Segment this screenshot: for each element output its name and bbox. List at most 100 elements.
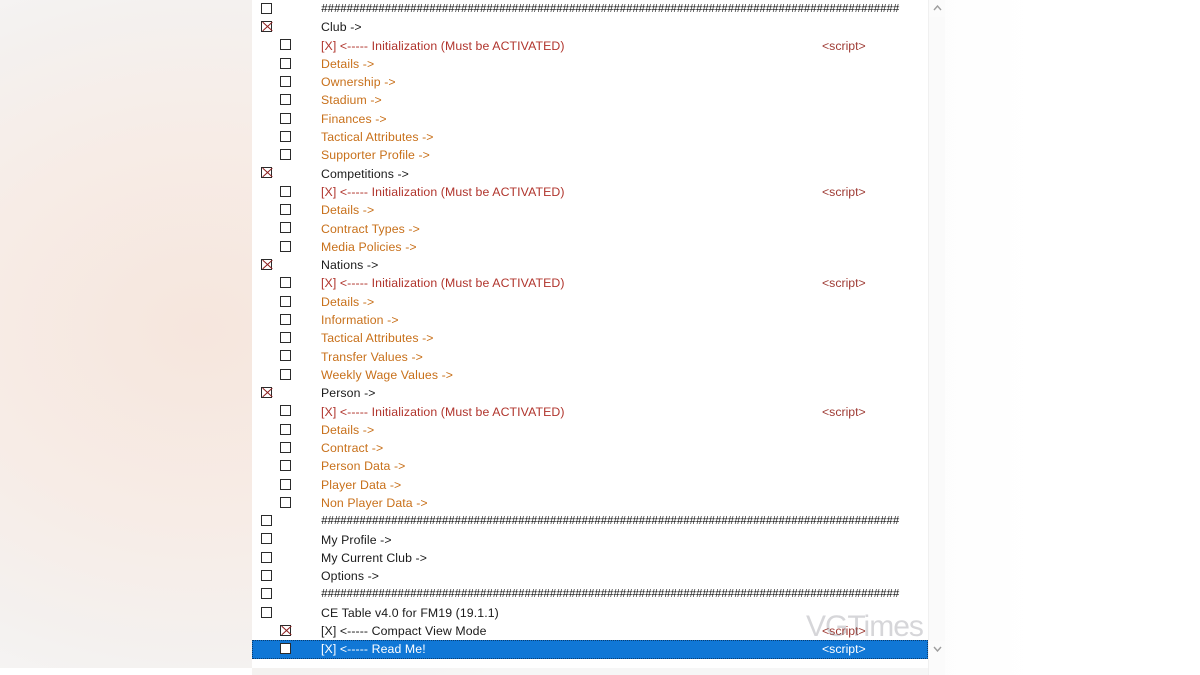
tree-row[interactable]: Tactical Attributes -> xyxy=(252,128,928,146)
checkbox-unchecked[interactable] xyxy=(280,295,291,307)
checkbox-checked[interactable] xyxy=(261,167,272,179)
scroll-up-button[interactable] xyxy=(929,0,945,17)
tree-row-label: [X] <----- Compact View Mode xyxy=(321,624,487,639)
tree-row[interactable]: My Profile -> xyxy=(252,531,928,549)
tree-row[interactable]: ########################################… xyxy=(252,512,928,530)
scroll-down-button[interactable] xyxy=(929,641,945,658)
tree-row-label: Details -> xyxy=(321,56,375,71)
tree-row[interactable]: Details -> xyxy=(252,421,928,439)
tree-row[interactable]: [X] <----- Initialization (Must be ACTIV… xyxy=(252,274,928,292)
tree-row-label: Details -> xyxy=(321,294,375,309)
checkbox-unchecked[interactable] xyxy=(280,130,291,142)
checkbox-unchecked[interactable] xyxy=(280,112,291,124)
checkbox-unchecked[interactable] xyxy=(261,551,272,563)
tree-row-label: Media Policies -> xyxy=(321,239,417,254)
tree-row-label: Non Player Data -> xyxy=(321,496,428,511)
tree-row[interactable]: Club -> xyxy=(252,18,928,36)
cheat-table-tree[interactable]: ########################################… xyxy=(252,0,928,668)
tree-row[interactable]: Player Data -> xyxy=(252,476,928,494)
checkbox-unchecked[interactable] xyxy=(280,75,291,87)
page-backdrop-right xyxy=(930,0,1200,675)
checkbox-unchecked[interactable] xyxy=(261,533,272,545)
checkbox-unchecked[interactable] xyxy=(280,240,291,252)
checkbox-unchecked[interactable] xyxy=(280,478,291,490)
tree-row[interactable]: [X] <----- Initialization (Must be ACTIV… xyxy=(252,403,928,421)
tree-row-selected[interactable]: [X] <----- Read Me! <script> xyxy=(252,640,928,659)
tree-row-label: CE Table v4.0 for FM19 (19.1.1) xyxy=(321,605,499,620)
checkbox-unchecked[interactable] xyxy=(261,570,272,581)
checkbox-unchecked[interactable] xyxy=(280,332,291,344)
vertical-scrollbar[interactable] xyxy=(928,0,945,675)
tree-row[interactable]: Tactical Attributes -> xyxy=(252,329,928,347)
tree-row[interactable]: Information -> xyxy=(252,311,928,329)
checkbox-unchecked[interactable] xyxy=(261,515,272,527)
tree-row[interactable]: Stadium -> xyxy=(252,91,928,109)
checkbox-unchecked[interactable] xyxy=(280,460,291,472)
tree-row[interactable]: CE Table v4.0 for FM19 (19.1.1) xyxy=(252,604,928,622)
tree-row[interactable]: Nations -> xyxy=(252,256,928,274)
checkbox-unchecked[interactable] xyxy=(280,405,291,417)
tree-row-label: Stadium -> xyxy=(321,93,382,108)
tree-row[interactable]: Transfer Values -> xyxy=(252,348,928,366)
checkbox-checked[interactable] xyxy=(261,387,272,399)
tree-row-label: Person Data -> xyxy=(321,459,406,474)
tree-row[interactable]: Media Policies -> xyxy=(252,238,928,256)
tree-row[interactable]: Details -> xyxy=(252,293,928,311)
checkbox-checked[interactable] xyxy=(280,624,291,636)
checkbox-checked[interactable] xyxy=(261,21,272,33)
tree-row[interactable]: Person -> xyxy=(252,384,928,402)
checkbox-unchecked[interactable] xyxy=(280,149,291,161)
tree-row[interactable]: My Current Club -> xyxy=(252,549,928,567)
tree-row[interactable]: ########################################… xyxy=(252,586,928,604)
checkbox-unchecked[interactable] xyxy=(280,185,291,197)
checkbox-unchecked[interactable] xyxy=(280,204,291,216)
tree-row[interactable]: Finances -> xyxy=(252,110,928,128)
tree-row-label: [X] <----- Initialization (Must be ACTIV… xyxy=(321,404,565,419)
checkbox-unchecked[interactable] xyxy=(280,496,291,508)
checkbox-unchecked[interactable] xyxy=(280,350,291,362)
script-type-label: <script> xyxy=(822,404,866,419)
tree-row[interactable]: Contract -> xyxy=(252,439,928,457)
tree-row-label: Supporter Profile -> xyxy=(321,148,430,163)
checkbox-unchecked[interactable] xyxy=(280,222,291,234)
tree-row-label: Club -> xyxy=(321,20,362,35)
tree-row-label: [X] <----- Read Me! xyxy=(321,642,426,657)
tree-row[interactable]: [X] <----- Initialization (Must be ACTIV… xyxy=(252,37,928,55)
checkbox-unchecked[interactable] xyxy=(280,94,291,106)
checkbox-unchecked[interactable] xyxy=(280,39,291,51)
scrollbar-track[interactable] xyxy=(929,17,945,658)
checkbox-unchecked[interactable] xyxy=(280,313,291,325)
checkbox-unchecked[interactable] xyxy=(280,368,291,380)
checkbox-unchecked[interactable] xyxy=(280,643,291,655)
tree-row[interactable]: Details -> xyxy=(252,55,928,73)
tree-row-label: Player Data -> xyxy=(321,477,402,492)
tree-row-label: Person -> xyxy=(321,386,376,401)
checkbox-unchecked[interactable] xyxy=(280,441,291,453)
tree-row-label: Ownership -> xyxy=(321,75,396,90)
tree-row[interactable]: Ownership -> xyxy=(252,73,928,91)
checkbox-unchecked[interactable] xyxy=(261,588,272,600)
tree-row[interactable]: Person Data -> xyxy=(252,457,928,475)
tree-row-label: Information -> xyxy=(321,313,399,328)
chevron-up-icon xyxy=(932,5,942,11)
checkbox-unchecked[interactable] xyxy=(261,2,272,14)
checkbox-unchecked[interactable] xyxy=(280,57,291,69)
tree-row[interactable]: ########################################… xyxy=(252,0,928,18)
tree-row-label: Contract -> xyxy=(321,441,384,456)
tree-row-label: Nations -> xyxy=(321,258,379,273)
checkbox-unchecked[interactable] xyxy=(280,423,291,435)
tree-row[interactable]: Competitions -> xyxy=(252,165,928,183)
tree-row-divider: ########################################… xyxy=(321,2,900,16)
tree-row[interactable]: [X] <----- Initialization (Must be ACTIV… xyxy=(252,183,928,201)
checkbox-unchecked[interactable] xyxy=(280,277,291,289)
tree-row[interactable]: Options -> xyxy=(252,567,928,585)
tree-row[interactable]: Weekly Wage Values -> xyxy=(252,366,928,384)
tree-row[interactable]: Non Player Data -> xyxy=(252,494,928,512)
checkbox-checked[interactable] xyxy=(261,258,272,270)
tree-row[interactable]: Details -> xyxy=(252,201,928,219)
tree-row[interactable]: [X] <----- Compact View Mode <script> xyxy=(252,622,928,640)
tree-row[interactable]: Contract Types -> xyxy=(252,220,928,238)
checkbox-unchecked[interactable] xyxy=(261,606,272,618)
tree-row[interactable]: Supporter Profile -> xyxy=(252,146,928,164)
tree-row-label: Transfer Values -> xyxy=(321,349,423,364)
